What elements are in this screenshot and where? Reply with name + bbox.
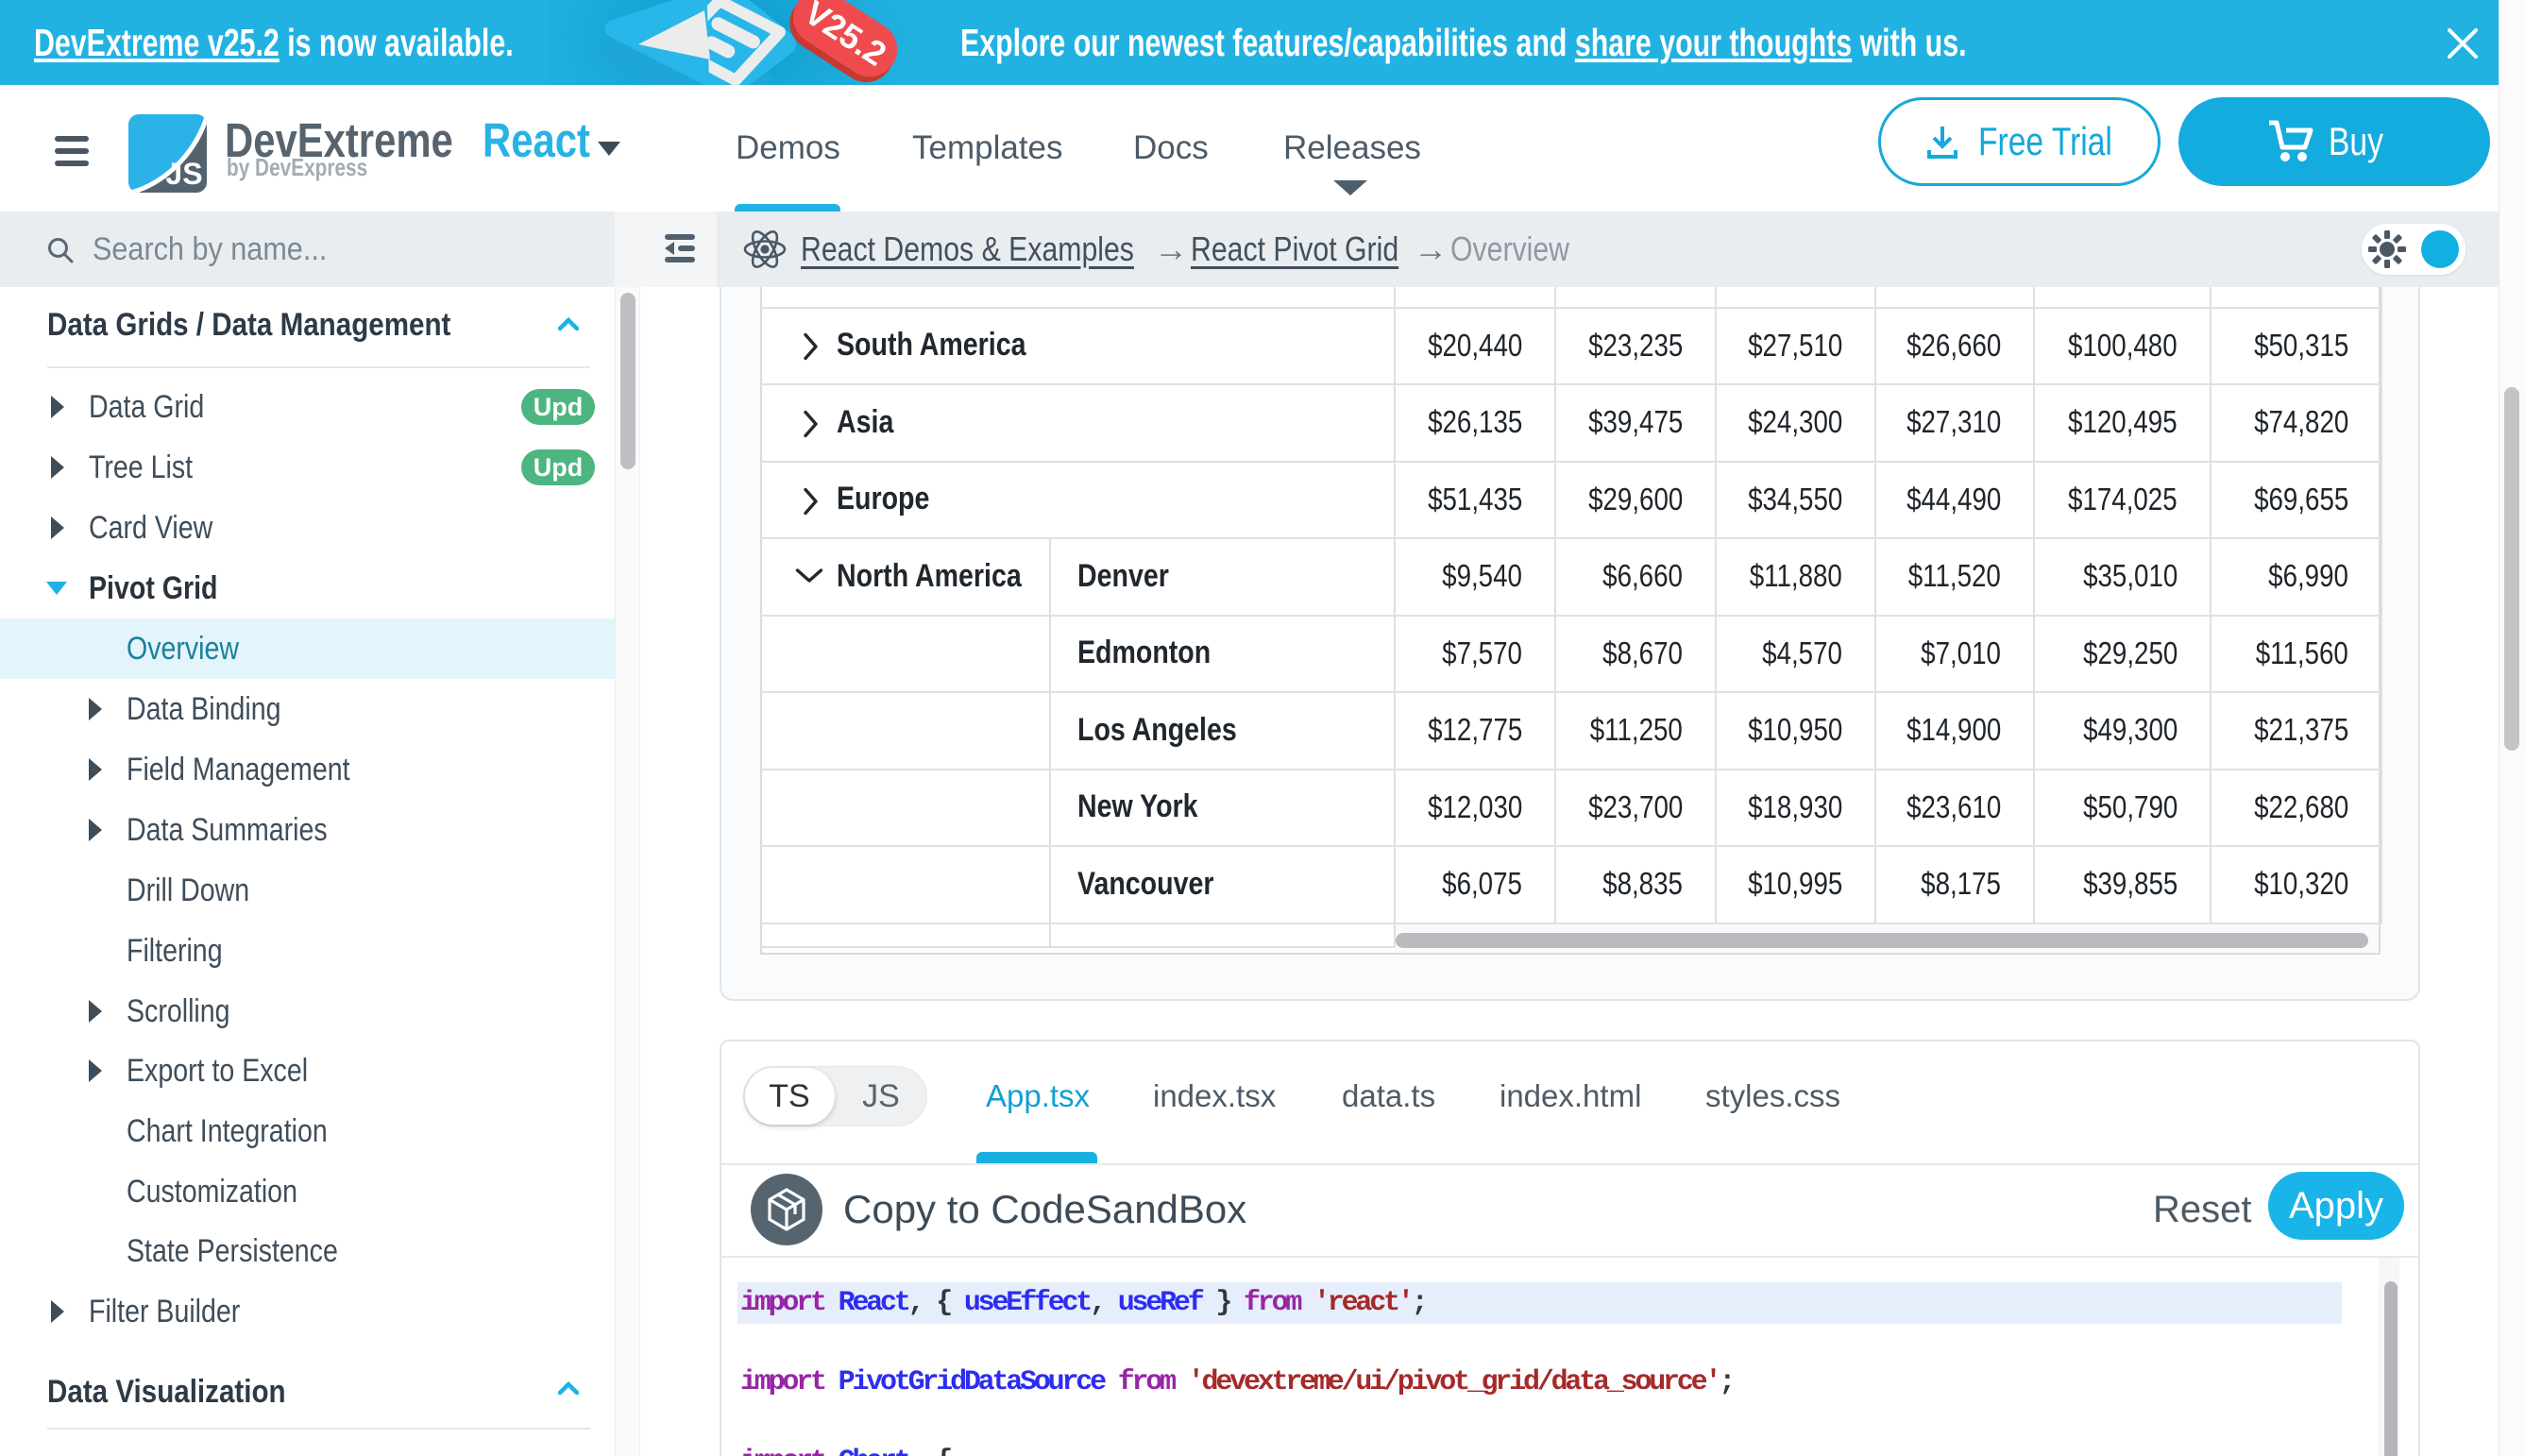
svg-text:JS: JS	[165, 157, 202, 191]
